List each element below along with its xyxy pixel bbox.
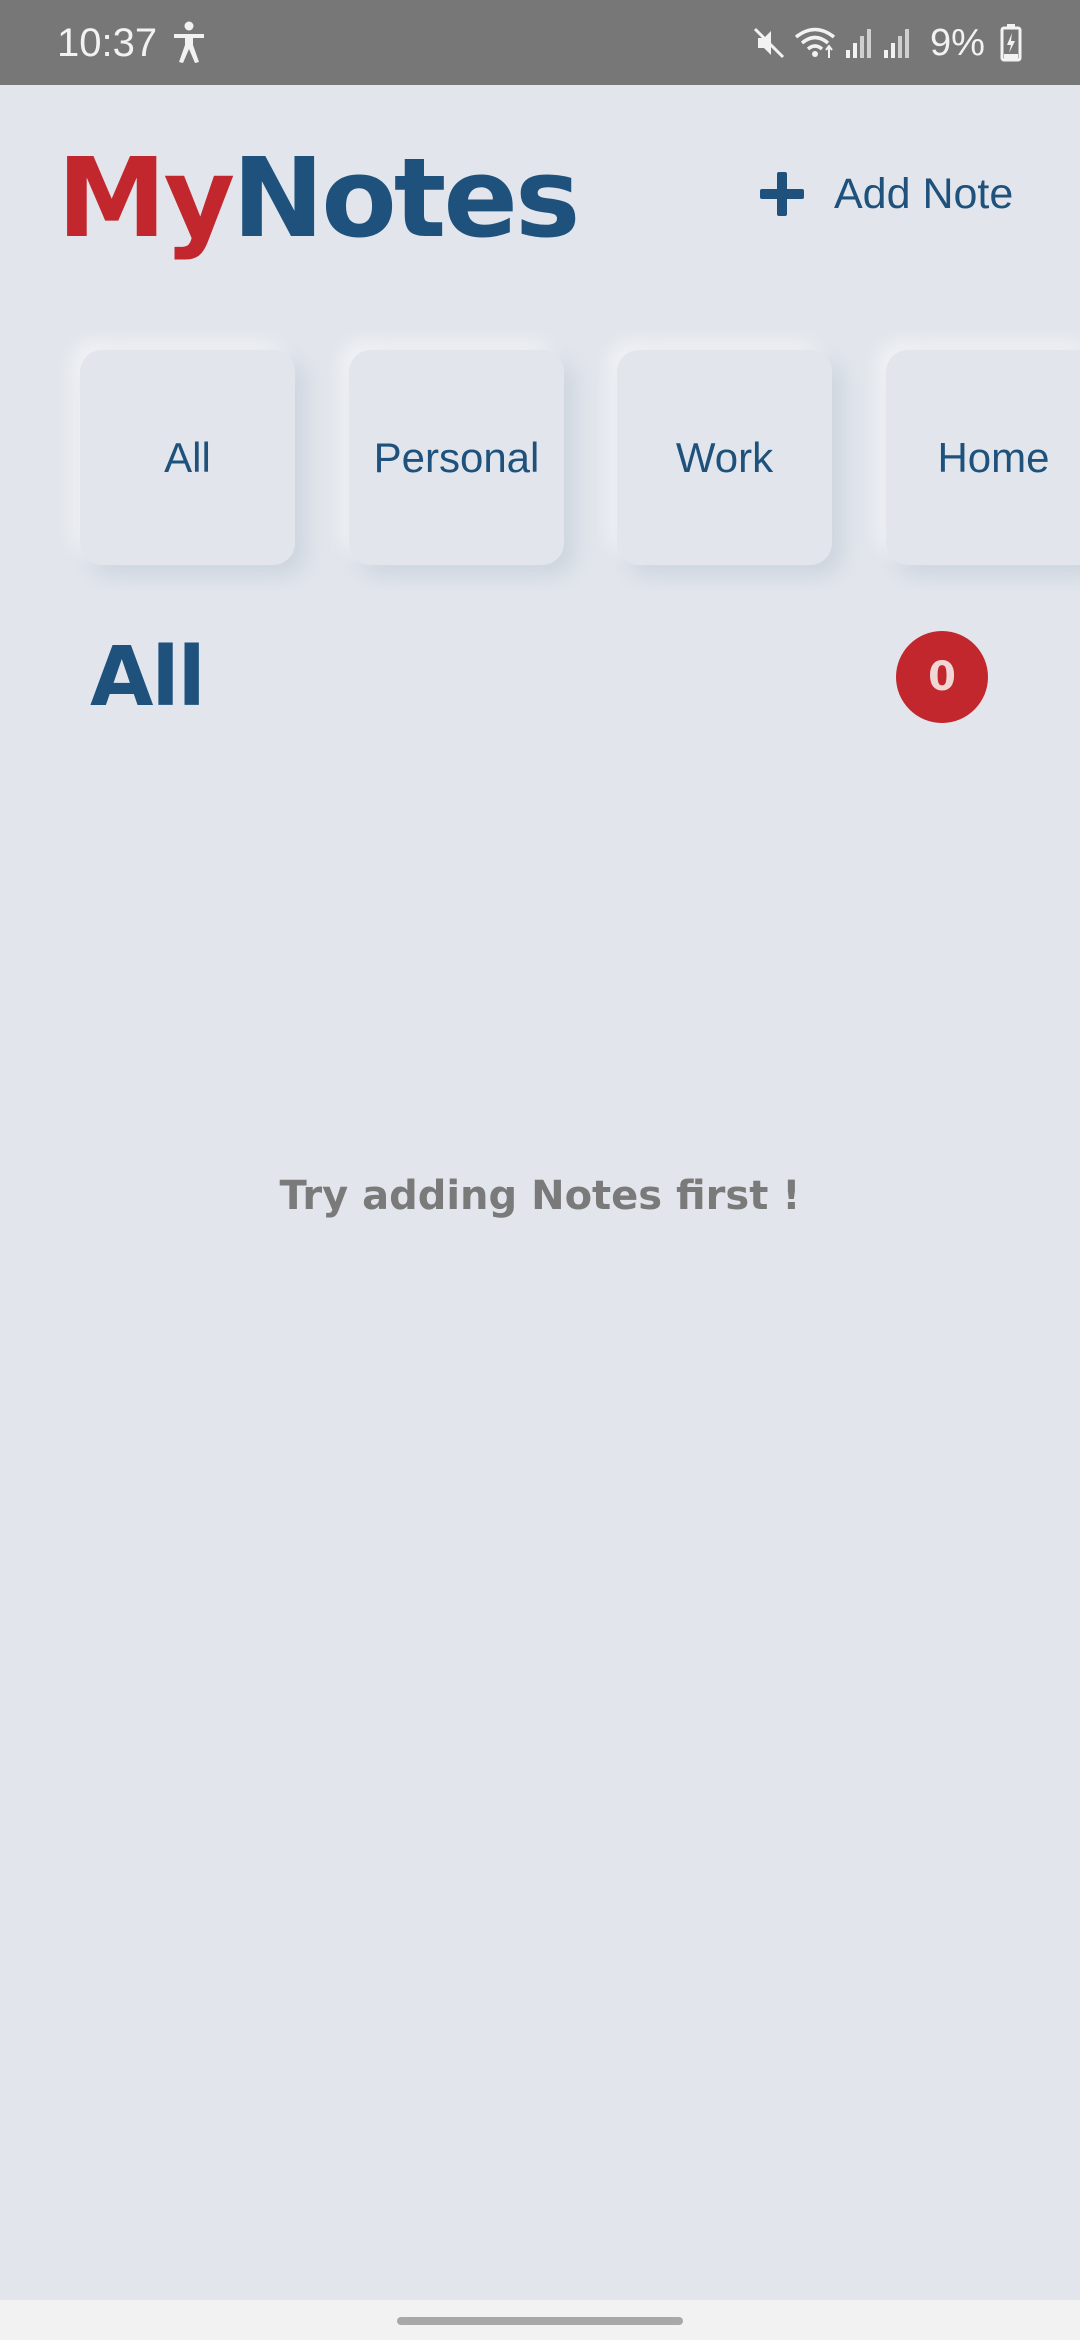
- battery-percent: 9%: [930, 22, 985, 64]
- navigation-bar: [0, 2300, 1080, 2340]
- category-label: Personal: [373, 433, 540, 481]
- signal-icon: [846, 29, 871, 58]
- app-title-notes: Notes: [232, 134, 580, 262]
- category-card-personal[interactable]: Personal: [349, 350, 564, 565]
- signal-icon: [884, 29, 909, 58]
- battery-charging-icon: [1000, 24, 1022, 62]
- status-bar: 10:37 9%: [0, 0, 1080, 85]
- add-note-button[interactable]: Add Note: [760, 158, 1013, 230]
- note-count-badge: 0: [896, 631, 988, 723]
- empty-state-message: Try adding Notes first !: [279, 1173, 801, 1219]
- status-right-icons: 9%: [752, 18, 1052, 68]
- accessibility-icon: [174, 21, 204, 63]
- category-card-home[interactable]: Home: [886, 350, 1080, 565]
- status-time: 10:37: [57, 21, 158, 65]
- mute-icon: [753, 27, 785, 59]
- category-label: All: [164, 433, 211, 481]
- app-title-my: My: [57, 134, 235, 262]
- gesture-handle[interactable]: [397, 2317, 683, 2325]
- category-card-all[interactable]: All: [80, 350, 295, 565]
- app-title: MyNotes: [57, 128, 580, 268]
- section-title: All: [90, 630, 206, 725]
- plus-icon: [760, 172, 804, 216]
- category-label: Work: [675, 433, 774, 481]
- category-card-work[interactable]: Work: [617, 350, 832, 565]
- category-label: Home: [937, 433, 1050, 481]
- wifi-icon: [794, 27, 836, 58]
- category-list: All Personal Work Home: [0, 330, 1080, 590]
- add-note-label: Add Note: [834, 170, 1014, 218]
